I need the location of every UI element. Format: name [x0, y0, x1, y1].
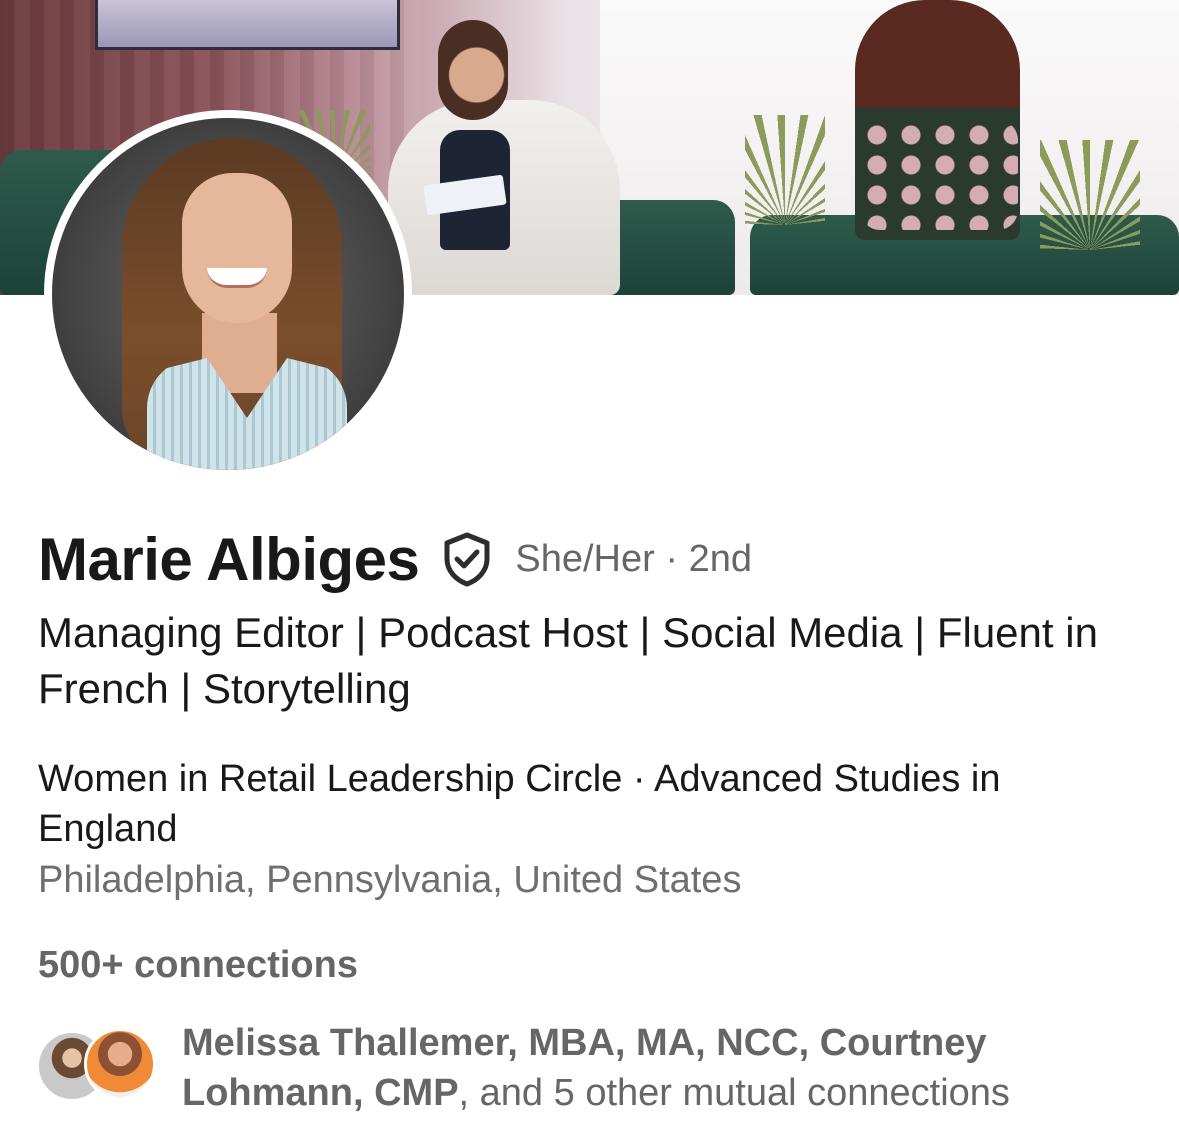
profile-headline: Managing Editor | Podcast Host | Social … [38, 609, 1098, 712]
mutual-connections-text: Melissa Thallemer, MBA, MA, NCC, Courtne… [182, 1018, 1162, 1118]
cover-plant-2 [1040, 140, 1140, 250]
mutual-connections[interactable]: Melissa Thallemer, MBA, MA, NCC, Courtne… [36, 1018, 1156, 1118]
pronouns-degree: She/Her · 2nd [515, 538, 752, 581]
connection-degree: 2nd [688, 537, 752, 580]
cover-screen [95, 0, 400, 50]
connections-count[interactable]: 500+ connections [38, 940, 358, 990]
profile-location: Philadelphia, Pennsylvania, United State… [38, 859, 742, 901]
pronouns: She/Her [515, 537, 655, 580]
cover-plant-1 [745, 115, 825, 225]
mutual-rest: , and 5 other mutual connections [458, 1072, 1010, 1114]
profile-name: Marie Albiges [38, 525, 420, 593]
mutual-avatar-2 [84, 1028, 156, 1100]
cover-guest-pattern [860, 120, 1018, 230]
profile-photo[interactable] [44, 110, 412, 478]
photo-face [182, 173, 292, 323]
profile-education[interactable]: Women in Retail Leadership Circle · Adva… [38, 754, 1118, 854]
cover-speaker-head [438, 20, 508, 120]
name-row: Marie Albiges She/Her · 2nd [38, 523, 752, 595]
shield-check-icon[interactable] [439, 531, 495, 587]
separator-dot: · [665, 537, 679, 580]
